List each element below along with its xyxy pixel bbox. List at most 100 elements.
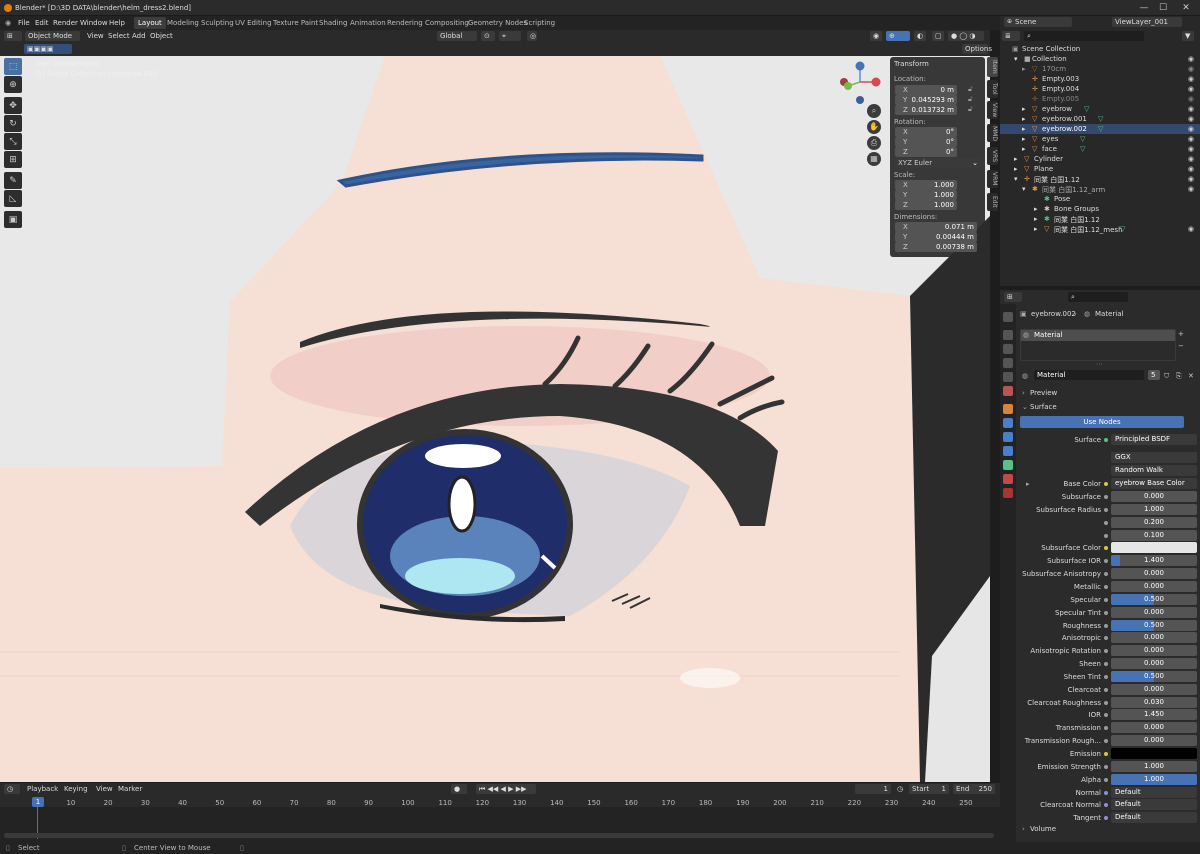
outliner-item[interactable]: ▸ ✱ Bone Groups [1000, 204, 1200, 214]
outliner-item[interactable]: ✛ Empty.003 ◉ [1000, 74, 1200, 84]
preview-section[interactable]: Preview [1030, 389, 1057, 397]
timeline[interactable]: 1102030405060708090100110120130140150160… [0, 797, 1000, 842]
pivot-icon[interactable]: ⊙ [481, 31, 495, 41]
outliner-item[interactable]: ▸ ▽ eyebrow ▽ ◉ [1000, 104, 1200, 114]
material-user-count[interactable]: 5 [1148, 370, 1160, 380]
properties-search-input[interactable]: ⌕ [1068, 292, 1128, 302]
gizmo-toggle-icon[interactable]: ⊕ [886, 31, 910, 41]
tab-layout[interactable]: Layout [134, 17, 166, 29]
outliner-scene-collection[interactable]: ▣ Scene Collection [1000, 44, 1200, 54]
close-icon[interactable]: ✕ [1180, 2, 1192, 14]
lock-icon[interactable]: 🔓︎ [968, 95, 973, 104]
view-menu-timeline[interactable]: View [96, 785, 113, 793]
blender-menu-icon[interactable]: ◉ [5, 19, 11, 27]
outliner-item[interactable]: ▾ ■ Collection ◉ [1000, 54, 1200, 64]
bsdf-input-field[interactable]: 0.000 [1111, 735, 1197, 747]
maximize-icon[interactable]: ☐ [1157, 2, 1169, 14]
bsdf-input-field[interactable]: 0.500 [1111, 619, 1197, 631]
outliner-item[interactable]: ▸ ▽ 同業 白国1.12_mesh ▽ ◉ [1000, 224, 1200, 234]
bsdf-input-field[interactable]: 0.000 [1111, 645, 1197, 657]
overlay-icon[interactable]: ◐ [914, 31, 926, 41]
properties-type-icon[interactable]: ⊞ [1004, 292, 1022, 302]
orientation-select[interactable]: Global [437, 31, 477, 41]
socket-icon[interactable] [1104, 674, 1108, 679]
start-frame-field[interactable]: Start 1 [909, 784, 949, 794]
bsdf-input-field[interactable]: 0.100 [1111, 529, 1197, 541]
socket-icon[interactable] [1104, 507, 1108, 512]
outliner-item[interactable]: ▸ ▽ face ▽ ◉ [1000, 144, 1200, 154]
rotation-z-field[interactable]: Z 0° [895, 147, 957, 157]
outliner-item[interactable]: ▾ ✛ 同業 白国1.12 ◉ [1000, 174, 1200, 184]
socket-icon[interactable] [1104, 777, 1108, 782]
mode-select[interactable]: Object Mode [25, 31, 80, 41]
tab-view[interactable]: View [987, 101, 998, 119]
subsurface-method-select[interactable]: Random Walk [1111, 465, 1197, 476]
bsdf-input-field[interactable]: Default [1111, 812, 1197, 824]
outliner-item-selected[interactable]: ▸ ▽ eyebrow.002 ▽ ◉ [1000, 124, 1200, 134]
texture-tab-icon[interactable] [1003, 488, 1013, 498]
rotation-mode-select[interactable]: XYZ Euler ⌄ [895, 158, 981, 168]
xray-icon[interactable]: ▢ [932, 31, 944, 41]
output-tab-icon[interactable] [1003, 344, 1013, 354]
outliner-item[interactable]: ✛ Empty.004 ◉ [1000, 84, 1200, 94]
menu-file[interactable]: File [18, 19, 30, 27]
view-layer-select[interactable]: ViewLayer_001 [1112, 17, 1182, 27]
rotation-y-field[interactable]: Y 0° [895, 137, 957, 147]
scene-select[interactable]: Scene [1012, 17, 1072, 27]
visibility-icon[interactable]: ◉ [870, 31, 882, 41]
editor-type-icon[interactable]: ⊞ [4, 31, 22, 41]
object-menu[interactable]: Object [150, 32, 173, 40]
outliner-item[interactable]: ▸ ✱ 同業 白国1.12 [1000, 214, 1200, 224]
outliner-type-icon[interactable]: ≣ [1002, 31, 1020, 41]
socket-icon[interactable] [1104, 713, 1108, 718]
socket-icon[interactable] [1104, 520, 1108, 525]
socket-icon[interactable] [1104, 597, 1108, 602]
end-frame-field[interactable]: End 250 [953, 784, 995, 794]
menu-render[interactable]: Render [53, 19, 78, 27]
bsdf-input-field[interactable] [1111, 748, 1197, 759]
bsdf-input-field[interactable]: 0.000 [1111, 722, 1197, 734]
keying-menu[interactable]: Keying [64, 785, 88, 793]
modifier-tab-icon[interactable] [1003, 418, 1013, 428]
dimensions-y-field[interactable]: Y 0.00444 m [895, 232, 977, 242]
scale-x-field[interactable]: X 1.000 [895, 180, 957, 190]
base-color-expand-icon[interactable]: ▸ [1026, 480, 1030, 488]
bsdf-input-field[interactable]: 1.000 [1111, 503, 1197, 515]
proportional-icon[interactable]: ◎ [527, 31, 537, 41]
socket-icon[interactable] [1104, 584, 1108, 589]
bsdf-input-field[interactable]: Default [1111, 786, 1197, 798]
timeline-type-icon[interactable]: ◷ [4, 784, 20, 794]
playback-controls-icon[interactable]: ⏮ ◀◀ ◀ ▶ ▶▶ ⏭ [476, 784, 536, 803]
bsdf-input-field[interactable]: 0.000 [1111, 606, 1197, 618]
bsdf-input-field[interactable]: 0.000 [1111, 658, 1197, 670]
tab-vrs[interactable]: VRS [987, 147, 998, 165]
marker-menu[interactable]: Marker [118, 785, 142, 793]
bsdf-input-field[interactable]: 1.450 [1111, 709, 1197, 721]
socket-icon[interactable] [1104, 572, 1108, 577]
socket-icon[interactable] [1104, 739, 1108, 744]
physics-tab-icon[interactable] [1003, 446, 1013, 456]
bsdf-input-field[interactable]: 1.000 [1111, 773, 1197, 785]
bsdf-input-field[interactable]: 1.000 [1111, 760, 1197, 772]
base-color-link[interactable]: eyebrow Base Color [1111, 478, 1197, 489]
record-icon[interactable]: ● [451, 784, 467, 794]
clock-icon[interactable]: ◷ [897, 785, 903, 793]
list-grip-icon[interactable]: ⋯ [1096, 360, 1103, 368]
socket-icon[interactable] [1104, 726, 1108, 731]
socket-icon[interactable] [1104, 662, 1108, 667]
rotation-x-field[interactable]: X 0° [895, 127, 957, 137]
bsdf-input-field[interactable]: 0.500 [1111, 593, 1197, 605]
socket-icon[interactable] [1104, 636, 1108, 641]
render-tab-icon[interactable] [1003, 330, 1013, 340]
menu-window[interactable]: Window [80, 19, 108, 27]
minimize-icon[interactable]: — [1138, 2, 1150, 14]
socket-icon[interactable] [1104, 700, 1108, 705]
scale-tool-icon[interactable]: ⤡ [4, 133, 22, 150]
zoom-icon[interactable]: ⌕ [867, 104, 881, 118]
surface-section[interactable]: Surface [1030, 403, 1057, 411]
3d-viewport[interactable]: User Orthographic (1) Scene Collection |… [0, 56, 990, 782]
bsdf-input-field[interactable]: 0.000 [1111, 632, 1197, 644]
surface-shader-select[interactable]: Principled BSDF [1111, 434, 1197, 445]
tab-vrm[interactable]: VRM [987, 170, 998, 188]
remove-slot-icon[interactable]: − [1178, 342, 1184, 350]
